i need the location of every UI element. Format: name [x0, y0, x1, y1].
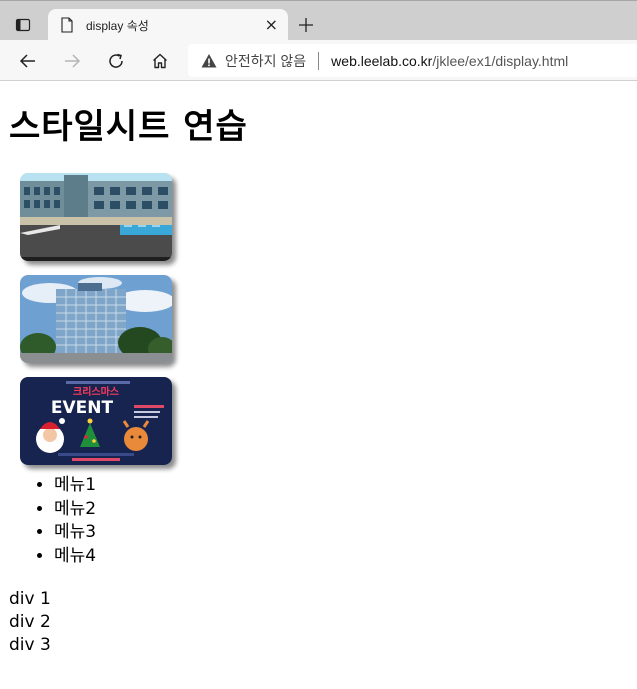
campus-building-image: [20, 173, 172, 261]
menu-item: 메뉴4: [54, 545, 628, 569]
plus-icon: [299, 18, 313, 32]
image-list: 크리스마스 EVENT: [9, 173, 628, 465]
page-title: 스타일시트 연습: [9, 107, 248, 147]
div-block-list: div 1 div 2 div 3: [9, 588, 628, 657]
menu-item: 메뉴1: [54, 474, 628, 498]
page-content: 스타일시트 연습 크리스마스 EVENT • 메뉴1 • 메뉴2 • 메뉴3 •…: [0, 107, 637, 657]
tab-actions-button[interactable]: [8, 11, 38, 39]
poster-title: 크리스마스: [73, 385, 119, 398]
url-path: /jklee/ex1/display.html: [432, 52, 569, 69]
new-tab-button[interactable]: [294, 13, 318, 37]
address-separator: [318, 51, 320, 70]
tab-actions-icon: [15, 18, 31, 32]
refresh-icon: [109, 53, 123, 68]
div-block: div 3: [9, 635, 51, 655]
tab-title: display 속성: [86, 18, 149, 33]
url-host: web.leelab.co.kr: [331, 52, 433, 69]
menu-list: 메뉴1 메뉴2 메뉴3 메뉴4: [9, 474, 628, 568]
browser-toolbar: 안전하지 않음 web.leelab.co.kr/jklee/ex1/displ…: [0, 40, 637, 81]
office-tower-image: [20, 275, 172, 363]
div-block: div 2: [9, 612, 51, 632]
warning-icon[interactable]: [201, 53, 217, 69]
url-text[interactable]: web.leelab.co.kr/jklee/ex1/display.html: [331, 53, 568, 69]
div-block: div 1: [9, 589, 51, 609]
tab-display[interactable]: display 속성 ×: [48, 9, 288, 41]
forward-button[interactable]: [59, 48, 85, 74]
address-bar[interactable]: 안전하지 않음 web.leelab.co.kr/jklee/ex1/displ…: [188, 44, 637, 77]
back-button[interactable]: [15, 48, 41, 74]
refresh-button[interactable]: [103, 48, 129, 74]
tab-close-icon[interactable]: ×: [265, 17, 278, 33]
christmas-event-poster-image: 크리스마스 EVENT: [20, 377, 172, 465]
home-button[interactable]: [147, 48, 173, 74]
menu-item: 메뉴2: [54, 498, 628, 522]
forward-arrow-icon: [65, 54, 81, 68]
menu-item: 메뉴3: [54, 521, 628, 545]
tab-strip: display 속성 ×: [0, 0, 637, 41]
page-icon: [61, 17, 73, 33]
poster-event-text: EVENT: [51, 398, 114, 418]
back-arrow-icon: [19, 54, 35, 68]
security-label[interactable]: 안전하지 않음: [225, 51, 306, 71]
home-icon: [153, 53, 167, 69]
